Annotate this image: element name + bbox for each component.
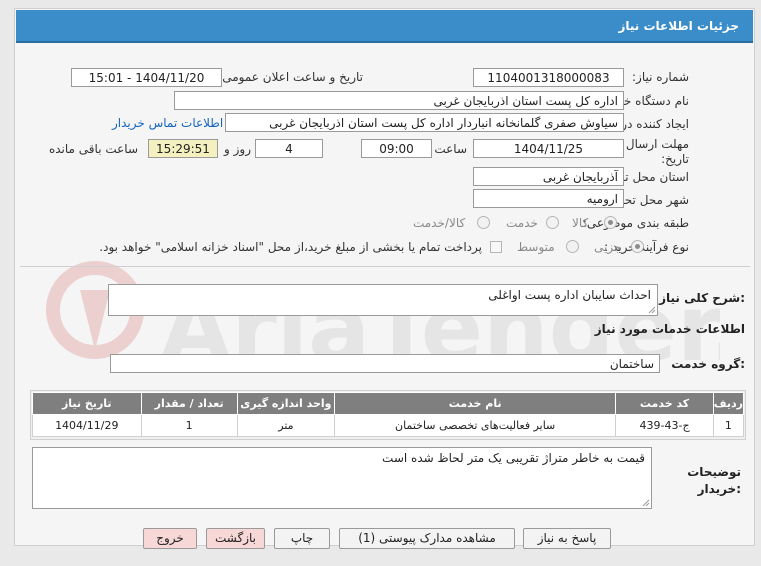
province-field: آذربایجان غربی: [473, 167, 624, 186]
category-radio-goods[interactable]: [604, 216, 617, 229]
summary-label: شرح کلی نیاز:: [659, 291, 745, 305]
col-unit-header: واحد اندازه گیری: [236, 392, 336, 415]
exit-button[interactable]: خروج: [143, 528, 197, 549]
col-name-header: نام خدمت: [334, 392, 617, 415]
treasury-note: پرداخت تمام یا بخشی از مبلغ خرید،از محل …: [99, 240, 482, 254]
back-button[interactable]: بازگشت: [206, 528, 265, 549]
cell-row: 1: [712, 414, 745, 437]
city-field: ارومیه: [473, 189, 624, 208]
deadline-time-field: 09:00: [361, 139, 432, 158]
reply-button[interactable]: پاسخ به نیاز: [523, 528, 611, 549]
category-radio-goods-service[interactable]: [477, 216, 490, 229]
resize-grip-icon[interactable]: [648, 306, 656, 314]
deadline-date-field: 1404/11/25: [473, 139, 624, 158]
announce-field: 1404/11/20 - 15:01: [71, 68, 222, 87]
col-code-header: کد خدمت: [615, 392, 714, 415]
buyer-contact-link[interactable]: اطلاعات تماس خریدار: [112, 116, 223, 130]
col-date-header: تاریخ نیاز: [32, 392, 142, 415]
service-group-label: گروه خدمت:: [671, 357, 745, 371]
services-table: ردیف کد خدمت نام خدمت واحد اندازه گیری ت…: [32, 392, 745, 437]
process-medium-label: متوسط: [517, 240, 555, 254]
cell-name: سایر فعالیت‌های تخصصی ساختمان: [334, 414, 617, 437]
category-radio-service[interactable]: [546, 216, 559, 229]
divider: [20, 266, 750, 267]
col-row-header: ردیف: [712, 392, 745, 415]
page-title: جزئیات اطلاعات نیاز: [618, 19, 739, 33]
print-button[interactable]: چاپ: [274, 528, 330, 549]
cell-qty: 1: [140, 414, 238, 437]
col-qty-header: تعداد / مقدار: [140, 392, 238, 415]
summary-textarea: احداث سایبان اداره پست اواغلی: [108, 284, 658, 316]
category-label: طبقه بندی موضوعی:: [582, 216, 689, 230]
remaining-time-label: ساعت باقی مانده: [48, 142, 138, 156]
buyer-notes-label: توضیحات خریدار:: [687, 465, 741, 496]
announce-label: تاریخ و ساعت اعلان عمومی:: [218, 70, 363, 84]
process-radio-medium[interactable]: [566, 240, 579, 253]
process-minor-label: جزیی: [594, 240, 622, 254]
title-bar: جزئیات اطلاعات نیاز: [16, 10, 753, 43]
category-goods-label: کالا: [572, 216, 589, 230]
treasury-checkbox[interactable]: [490, 241, 502, 253]
need-number-label: شماره نیاز:: [632, 70, 689, 84]
days-label: روز و: [224, 142, 251, 156]
cell-unit: متر: [236, 414, 336, 437]
need-number-field: 1104001318000083: [473, 68, 624, 87]
category-service-label: خدمت: [506, 216, 538, 230]
table-row: 1 ج-43-439 سایر فعالیت‌های تخصصی ساختمان…: [32, 414, 745, 437]
services-section-title: اطلاعات خدمات مورد نیاز: [594, 322, 745, 336]
buyer-notes-textarea: قیمت به خاطر متراژ تقریبی یک متر لحاظ شد…: [32, 447, 652, 509]
cell-date: 1404/11/29: [32, 414, 142, 437]
creator-field: سیاوش صفری گلمانخانه انباردار اداره کل پ…: [225, 113, 624, 132]
days-remaining-field: 4: [255, 139, 323, 158]
buyer-field: اداره کل پست استان اذربایجان غربی: [174, 91, 624, 110]
summary-text: احداث سایبان اداره پست اواغلی: [488, 288, 651, 302]
buyer-notes-text: قیمت به خاطر متراژ تقریبی یک متر لحاظ شد…: [382, 451, 645, 465]
cell-code: ج-43-439: [615, 414, 714, 437]
attachments-button[interactable]: مشاهده مدارک پیوستی (1): [339, 528, 515, 549]
remaining-time-field: 15:29:51: [148, 139, 218, 158]
service-group-field: ساختمان: [110, 354, 660, 373]
process-radio-minor[interactable]: [631, 240, 644, 253]
deadline-time-label: ساعت: [434, 142, 467, 156]
resize-grip-icon[interactable]: [642, 499, 650, 507]
category-goods-service-label: کالا/خدمت: [413, 216, 466, 230]
table-header-row: ردیف کد خدمت نام خدمت واحد اندازه گیری ت…: [32, 392, 745, 415]
